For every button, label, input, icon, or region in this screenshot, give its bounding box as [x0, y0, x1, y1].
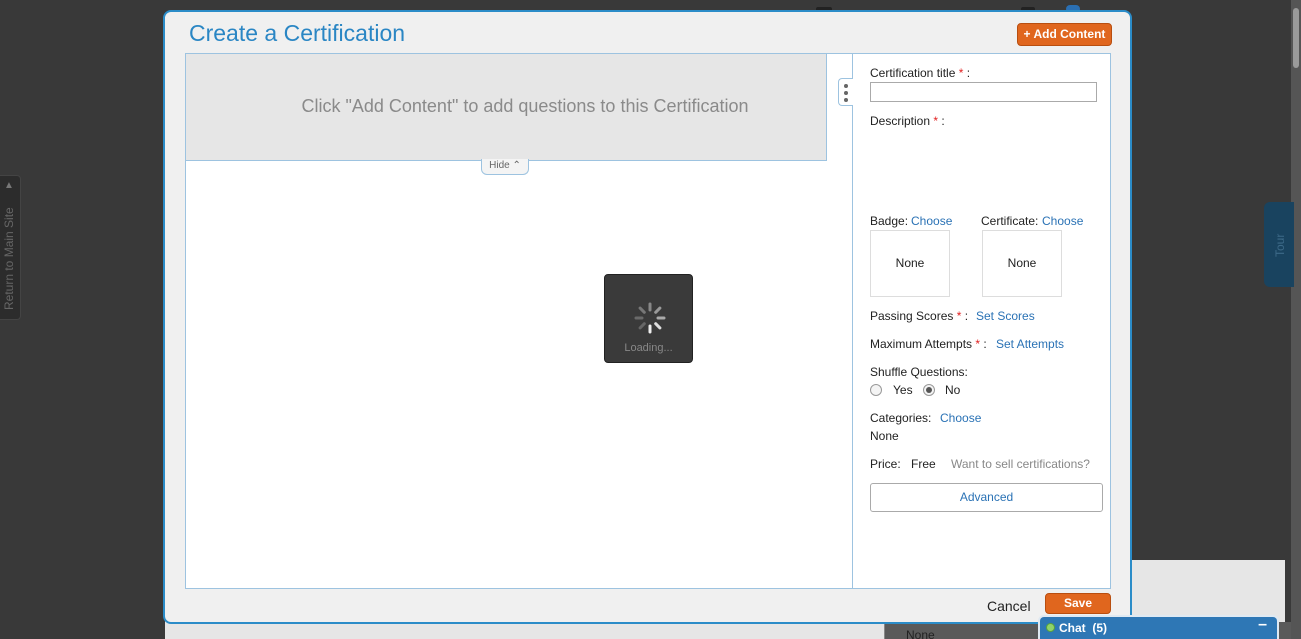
double-chevron-up-icon: ⌃	[512, 160, 521, 171]
tour-label: Tour	[1273, 233, 1287, 257]
certificate-choose-link[interactable]: Choose	[1042, 214, 1083, 228]
hide-label: Hide	[489, 160, 510, 171]
maximum-attempts-label: Maximum Attempts * :	[870, 337, 987, 351]
chat-label: Chat (5)	[1059, 621, 1108, 635]
description-editor[interactable]	[870, 132, 1103, 202]
hide-banner-button[interactable]: Hide ⌃	[481, 159, 529, 175]
tour-tab[interactable]: Tour	[1264, 202, 1294, 287]
certificate-preview: None	[982, 230, 1062, 297]
categories-choose-link[interactable]: Choose	[940, 411, 981, 425]
scrollbar-thumb[interactable]	[1293, 8, 1299, 68]
passing-scores-label: Passing Scores * :	[870, 309, 969, 323]
dialog-title: Create a Certification	[189, 20, 406, 46]
chat-bar[interactable]: Chat (5) –	[1038, 615, 1279, 639]
loading-indicator: Loading...	[604, 274, 693, 363]
badge-label: Badge:	[870, 214, 909, 228]
description-label: Description * :	[870, 114, 945, 128]
page-scrollbar[interactable]	[1291, 0, 1301, 639]
dialog-content-frame: Click "Add Content" to add questions to …	[185, 53, 1111, 589]
categories-value: None	[870, 429, 899, 443]
loading-text: Loading...	[624, 342, 673, 354]
shuffle-questions-label: Shuffle Questions:	[870, 365, 968, 379]
shuffle-yes-label: Yes	[893, 383, 913, 397]
add-content-button[interactable]: + Add Content	[1017, 23, 1112, 46]
advanced-button[interactable]: Advanced	[870, 483, 1103, 512]
categories-label: Categories:	[870, 411, 932, 425]
badge-choose-link[interactable]: Choose	[911, 214, 952, 228]
certification-title-label: Certification title * :	[870, 66, 971, 80]
cancel-button[interactable]: Cancel	[987, 598, 1031, 614]
certificate-label: Certificate:	[981, 214, 1039, 228]
background-value: None	[906, 628, 935, 639]
sell-certifications-link[interactable]: Want to sell certifications?	[951, 457, 1090, 471]
set-attempts-link[interactable]: Set Attempts	[996, 337, 1064, 351]
set-scores-link[interactable]: Set Scores	[976, 309, 1035, 323]
vertical-dots-icon	[844, 84, 848, 105]
shuffle-no-label: No	[945, 383, 961, 397]
pane-resize-handle[interactable]	[838, 78, 854, 106]
spinner-icon	[634, 302, 666, 334]
badge-preview: None	[870, 230, 950, 297]
return-to-main-site-label: Return to Main Site	[2, 207, 16, 310]
minus-icon[interactable]: –	[1258, 616, 1267, 634]
certification-settings-pane: Certification title * : Description * : …	[853, 54, 1110, 588]
shuffle-no-radio[interactable]	[923, 384, 935, 396]
online-status-icon	[1046, 623, 1055, 632]
price-value: Free	[911, 457, 936, 471]
questions-pane: Click "Add Content" to add questions to …	[186, 54, 852, 588]
create-certification-dialog: Create a Certification + Add Content Cli…	[163, 10, 1132, 624]
price-label: Price:	[870, 457, 901, 471]
empty-questions-message: Click "Add Content" to add questions to …	[301, 96, 749, 116]
save-button[interactable]: Save	[1045, 593, 1111, 614]
certification-title-input[interactable]	[870, 82, 1097, 102]
shuffle-yes-radio[interactable]	[870, 384, 882, 396]
